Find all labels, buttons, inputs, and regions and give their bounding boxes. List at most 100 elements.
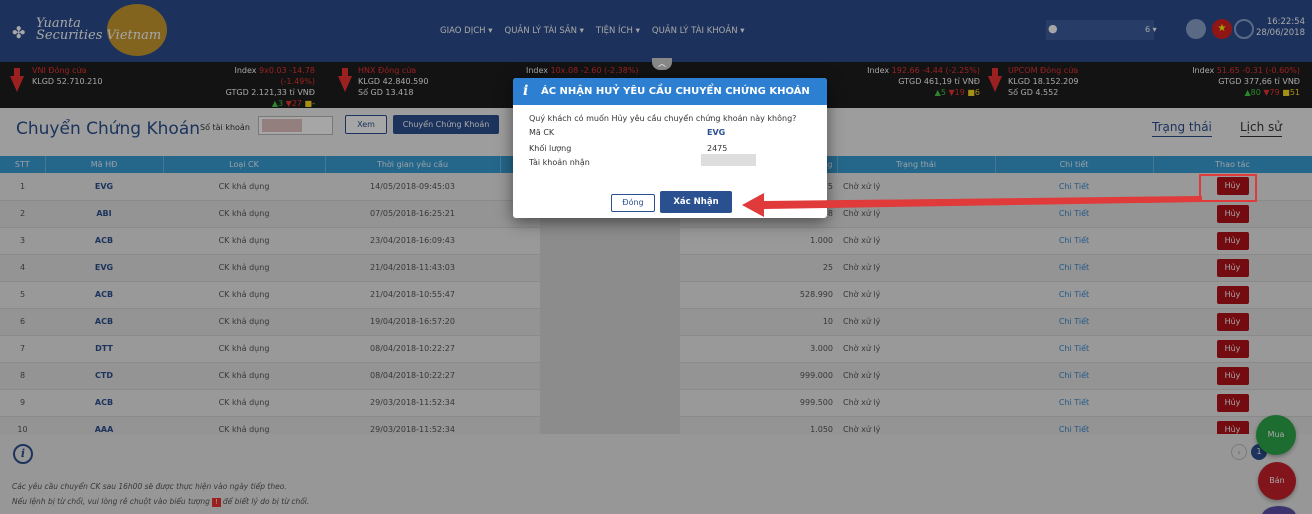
row-ma-hd[interactable]: ACB (45, 227, 163, 255)
row-trang-thai: Chờ xử lý (837, 227, 995, 255)
col-ma-hd: Mã HĐ (45, 156, 164, 173)
row-chi-tiet-link[interactable]: Chi Tiết (995, 389, 1153, 417)
footer-note-2a: Nếu lệnh bị từ chối, vui lòng rê chuột v… (12, 497, 210, 506)
value-ma-ck: EVG (707, 128, 726, 137)
cancel-request-button[interactable]: Hủy (1216, 231, 1249, 250)
row-stt: 9 (0, 389, 45, 417)
index-label: Index (526, 66, 549, 75)
row-ma-hd[interactable]: DTT (45, 335, 163, 363)
row-ma-hd[interactable]: ABI (45, 200, 163, 228)
user-account-box[interactable] (1046, 20, 1154, 40)
cancel-request-button[interactable]: Hủy (1216, 393, 1249, 412)
row-so-luong: 528.990 (734, 281, 837, 309)
row-chi-tiet-link[interactable]: Chi Tiết (995, 362, 1153, 390)
menu-quan-ly-tai-san[interactable]: QUẢN LÝ TÀI SẢN ▾ (505, 26, 584, 36)
dialog-header: i ÁC NHẬN HUỶ YÊU CẦU CHUYỂN CHỨNG KHOÁN (513, 78, 827, 105)
clock-time: 16:22:54 (1266, 17, 1305, 27)
market-sogd: Số GD 13.418 (358, 88, 414, 97)
market-status: Đóng cửa (378, 66, 417, 75)
row-stt: 7 (0, 335, 45, 363)
market-name: UPCOM (1008, 66, 1038, 75)
label-tai-khoan-nhan: Tài khoản nhận (529, 158, 590, 167)
cancel-request-button[interactable]: Hủy (1216, 258, 1249, 277)
row-thao-tac: Hủy (1153, 200, 1312, 228)
row-ma-hd[interactable]: ACB (45, 389, 163, 417)
menu-giao-dich[interactable]: GIAO DỊCH ▾ (440, 26, 493, 36)
buy-button[interactable]: Mua (1256, 415, 1296, 455)
ref-count-text: 6 (974, 88, 980, 97)
market-klgd: KLGD 52.710.210 (32, 77, 103, 86)
market-gtgd: GTGD 377,66 tỉ VNĐ (1218, 77, 1300, 86)
vietnam-flag-icon[interactable]: ★ (1212, 19, 1232, 39)
row-thoi-gian: 08/04/2018-10:22:27 (325, 335, 500, 363)
power-icon[interactable] (1234, 19, 1254, 39)
up-count: ▲5 (934, 88, 946, 97)
market-status: Đóng cửa (48, 66, 87, 75)
row-ma-hd[interactable]: ACB (45, 308, 163, 336)
message-icon[interactable] (1186, 19, 1206, 39)
info-icon: i (523, 83, 529, 99)
market-klgd: KLGD 18.152.209 (1008, 77, 1079, 86)
row-chi-tiet-link[interactable]: Chi Tiết (995, 308, 1153, 336)
collapse-chevron-icon[interactable]: ︿ (652, 58, 672, 70)
row-ma-hd[interactable]: ACB (45, 281, 163, 309)
row-stt: 6 (0, 308, 45, 336)
index-value: 9x0.03 -14.78 (-1.49%) (259, 66, 315, 86)
menu-label: TIỆN ÍCH (595, 26, 633, 36)
row-ma-hd[interactable]: EVG (45, 254, 163, 282)
close-button[interactable]: Đóng (611, 194, 655, 212)
menu-label: QUẢN LÝ TÀI SẢN (504, 26, 577, 36)
row-thoi-gian: 14/05/2018-09:45:03 (325, 173, 500, 201)
yuanta-logo[interactable]: ✤ Yuanta Securities Vietnam (12, 4, 167, 56)
down-count: ▼19 (948, 88, 965, 97)
down-arrow-icon (988, 68, 1002, 92)
transfer-securities-button[interactable]: Chuyển Chứng Khoán (393, 115, 499, 134)
tab-status[interactable]: Trạng thái (1152, 120, 1212, 137)
cancel-request-button[interactable]: Hủy (1216, 177, 1249, 196)
view-button[interactable]: Xem (345, 115, 387, 134)
col-trang-thai: Trạng thái (837, 156, 996, 173)
cancel-request-button[interactable]: Hủy (1216, 312, 1249, 331)
row-trang-thai: Chờ xử lý (837, 362, 995, 390)
menu-tien-ich[interactable]: TIỆN ÍCH ▾ (596, 26, 640, 36)
row-thao-tac: Hủy (1153, 173, 1312, 201)
value-tai-khoan-redacted (701, 154, 756, 166)
footer-note-2b: để biết lý do bị từ chối. (222, 497, 310, 506)
tab-history[interactable]: Lịch sử (1240, 120, 1282, 137)
row-chi-tiet-link[interactable]: Chi Tiết (995, 335, 1153, 363)
sell-button[interactable]: Bán (1258, 462, 1296, 500)
account-input[interactable] (258, 116, 333, 135)
row-ma-hd[interactable]: EVG (45, 173, 163, 201)
row-stt: 1 (0, 173, 45, 201)
market-name: HNX (358, 66, 376, 75)
col-loai-ck: Loại CK (163, 156, 326, 173)
account-label: Số tài khoản (200, 123, 250, 132)
cancel-request-button[interactable]: Hủy (1216, 339, 1249, 358)
user-suffix: 6 ▾ (1145, 25, 1157, 34)
row-thoi-gian: 08/04/2018-10:22:27 (325, 362, 500, 390)
row-chi-tiet-link[interactable]: Chi Tiết (995, 200, 1153, 228)
row-loai-ck: CK khả dụng (163, 227, 325, 255)
row-thoi-gian: 21/04/2018-11:43:03 (325, 254, 500, 282)
row-thao-tac: Hủy (1153, 362, 1312, 390)
row-chi-tiet-link[interactable]: Chi Tiết (995, 281, 1153, 309)
row-chi-tiet-link[interactable]: Chi Tiết (995, 173, 1153, 201)
row-chi-tiet-link[interactable]: Chi Tiết (995, 227, 1153, 255)
confirm-button[interactable]: Xác Nhận (660, 191, 732, 213)
row-chi-tiet-link[interactable]: Chi Tiết (995, 254, 1153, 282)
col-thao-tac: Thao tác (1153, 156, 1312, 173)
row-ma-hd[interactable]: CTD (45, 362, 163, 390)
cancel-request-button[interactable]: Hủy (1216, 285, 1249, 304)
row-trang-thai: Chờ xử lý (837, 389, 995, 417)
info-icon[interactable]: i (13, 444, 33, 464)
cancel-request-button[interactable]: Hủy (1216, 204, 1249, 223)
menu-quan-ly-tai-khoan[interactable]: QUẢN LÝ TÀI KHOẢN ▾ (652, 26, 745, 36)
pager-prev-button[interactable]: ‹ (1231, 444, 1247, 460)
row-thao-tac: Hủy (1153, 389, 1312, 417)
ref-count-text: - (312, 99, 315, 108)
market-hnx30: Index 192.66 -4.44 (-2.25%) GTGD 461,19 … (850, 65, 980, 98)
col-chi-tiet: Chi tiết (995, 156, 1154, 173)
row-loai-ck: CK khả dụng (163, 281, 325, 309)
cancel-request-button[interactable]: Hủy (1216, 366, 1249, 385)
row-thoi-gian: 23/04/2018-16:09:43 (325, 227, 500, 255)
